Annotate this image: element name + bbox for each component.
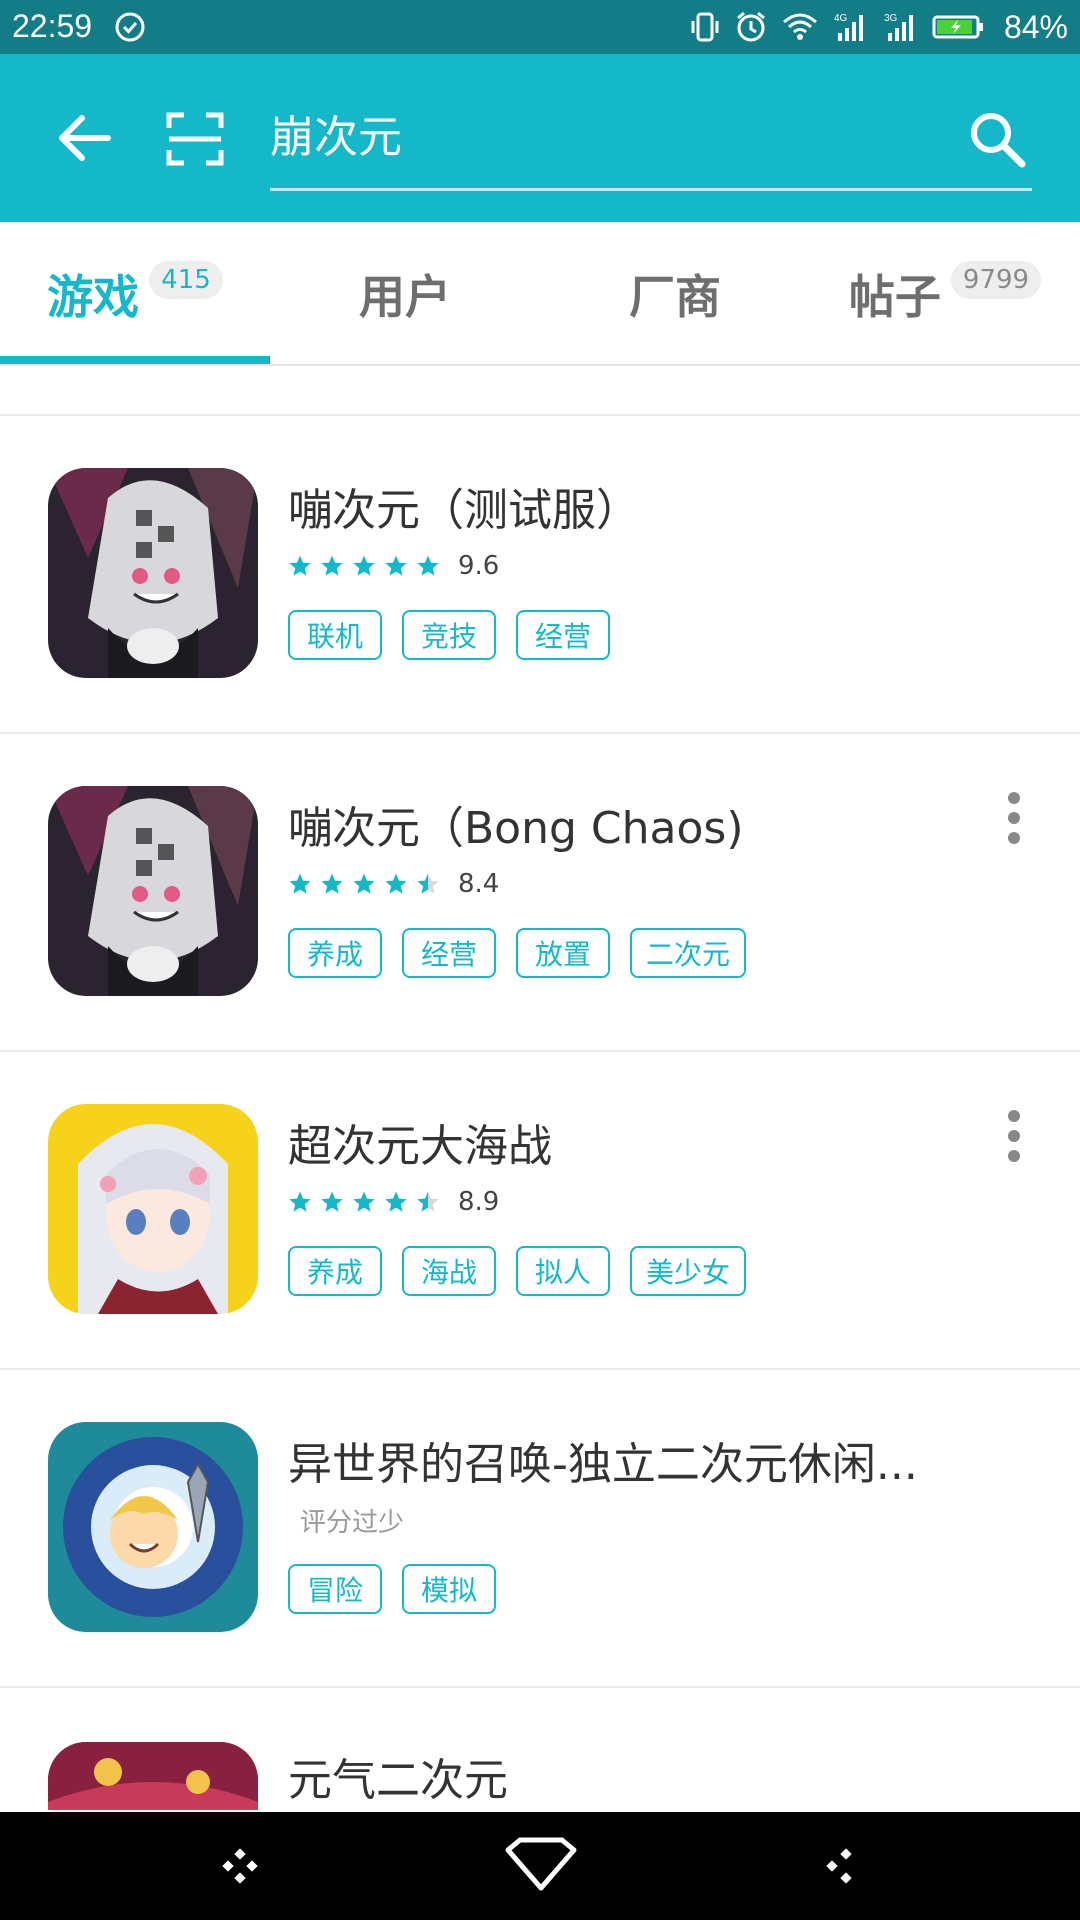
list-item[interactable]: 嘣次元（测试服） 9.6 联机 竞技 经营: [0, 416, 1080, 734]
game-title: 嘣次元（测试服）: [288, 485, 640, 536]
rating-row: 9.6: [288, 548, 499, 584]
status-time: 22:59: [12, 8, 93, 44]
game-title: 元气二次元: [288, 1755, 508, 1806]
game-icon-anime-girl: [48, 1104, 258, 1314]
tab-label: 厂商: [629, 270, 721, 324]
tab-label: 用户: [359, 270, 451, 324]
rating-row: 8.9: [288, 1184, 499, 1220]
star-rating: [288, 1190, 440, 1214]
search-toolbar: 崩次元: [0, 54, 1080, 222]
rating-row: 评分过少: [288, 1502, 404, 1538]
game-tag[interactable]: 养成: [288, 928, 382, 978]
wifi-icon: [782, 13, 817, 40]
game-tag[interactable]: 经营: [516, 610, 610, 660]
star-rating: [288, 554, 440, 578]
star-icon: [385, 873, 407, 894]
star-icon: [385, 555, 407, 576]
check-circle-icon: [115, 12, 145, 42]
game-title: 异世界的召唤-独立二次元休闲...: [288, 1439, 918, 1490]
tab-label: 游戏: [47, 270, 140, 324]
nav-back-icon[interactable]: [822, 1848, 858, 1884]
alarm-icon: [736, 11, 765, 42]
star-icon: [289, 555, 311, 576]
rating-score: 8.9: [458, 1187, 500, 1217]
tab-bar: 游戏 415 用户 厂商 帖子 9799: [0, 222, 1080, 366]
star-icon: [417, 555, 439, 576]
tab-users[interactable]: 用户: [270, 222, 540, 366]
game-tag[interactable]: 模拟: [402, 1564, 496, 1614]
list-item[interactable]: 异世界的召唤-独立二次元休闲... 评分过少 冒险 模拟: [0, 1370, 1080, 1688]
tab-count-badge: 415: [149, 261, 223, 299]
star-icon: [321, 1191, 343, 1212]
list-item[interactable]: 元气二次元: [0, 1690, 1080, 1810]
navigation-bar: [0, 1812, 1080, 1920]
search-icon[interactable]: [966, 108, 1028, 170]
game-tag[interactable]: 经营: [402, 928, 496, 978]
star-icon: [353, 873, 375, 894]
game-icon-bong-chaos: [48, 468, 258, 678]
tag-list: 养成 海战 拟人 美少女: [288, 1246, 747, 1296]
svg-text:3G: 3G: [884, 13, 898, 24]
star-icon: [417, 1191, 439, 1212]
game-title: 嘣次元（Bong Chaos): [288, 803, 744, 854]
game-icon-portal-hero: [48, 1422, 258, 1632]
battery-charging-icon: [932, 15, 983, 39]
battery-percent: 84%: [1003, 8, 1068, 45]
star-icon: [321, 555, 343, 576]
tag-list: 养成 经营 放置 二次元: [288, 928, 747, 978]
rating-insufficient-label: 评分过少: [300, 1507, 405, 1538]
game-tag[interactable]: 冒险: [288, 1564, 382, 1614]
game-icon-bong-chaos: [48, 786, 258, 996]
status-bar: 22:59 4G 3G 84%: [0, 0, 1080, 54]
tab-vendors[interactable]: 厂商: [540, 222, 810, 366]
game-title: 超次元大海战: [288, 1121, 552, 1172]
tag-list: 联机 竞技 经营: [288, 610, 610, 660]
scan-icon[interactable]: [166, 112, 224, 166]
game-tag[interactable]: 二次元: [630, 928, 747, 978]
tab-indicator: [0, 356, 270, 364]
list-item[interactable]: 超次元大海战 8.9 养成 海战 拟人 美少女: [0, 1052, 1080, 1370]
game-tag[interactable]: 海战: [402, 1246, 496, 1296]
vibrate-icon: [691, 12, 719, 42]
more-options-icon[interactable]: [994, 1106, 1034, 1166]
star-rating: [288, 872, 440, 896]
rating-score: 8.4: [458, 869, 500, 899]
rating-row: 8.4: [288, 866, 499, 902]
star-icon: [417, 873, 439, 894]
nav-recents-icon[interactable]: [222, 1848, 258, 1884]
rating-score: 9.6: [458, 551, 500, 581]
search-input-underline: [270, 188, 1032, 191]
search-input[interactable]: 崩次元: [270, 108, 970, 168]
svg-text:4G: 4G: [834, 13, 848, 24]
star-icon: [353, 1191, 375, 1212]
game-tag[interactable]: 养成: [288, 1246, 382, 1296]
tab-posts[interactable]: 帖子 9799: [810, 222, 1080, 366]
game-icon-genki: [48, 1742, 258, 1810]
star-icon: [289, 873, 311, 894]
star-icon: [321, 873, 343, 894]
tab-games[interactable]: 游戏 415: [0, 222, 270, 366]
star-icon: [385, 1191, 407, 1212]
more-options-icon[interactable]: [994, 788, 1034, 848]
game-tag[interactable]: 放置: [516, 928, 610, 978]
game-tag[interactable]: 竞技: [402, 610, 496, 660]
list-item[interactable]: 嘣次元（Bong Chaos) 8.4 养成 经营 放置 二次元: [0, 734, 1080, 1052]
tab-label: 帖子: [848, 270, 941, 324]
tag-list: 冒险 模拟: [288, 1564, 496, 1614]
star-icon: [289, 1191, 311, 1212]
game-tag[interactable]: 拟人: [516, 1246, 610, 1296]
signal-3g-icon: 3G: [884, 13, 913, 41]
game-tag[interactable]: 美少女: [630, 1246, 747, 1296]
star-icon: [353, 555, 375, 576]
signal-4g-icon: 4G: [834, 13, 863, 41]
tab-count-badge: 9799: [950, 261, 1042, 299]
game-tag[interactable]: 联机: [288, 610, 382, 660]
nav-home-icon[interactable]: [504, 1836, 578, 1892]
back-arrow-icon[interactable]: [52, 106, 116, 170]
